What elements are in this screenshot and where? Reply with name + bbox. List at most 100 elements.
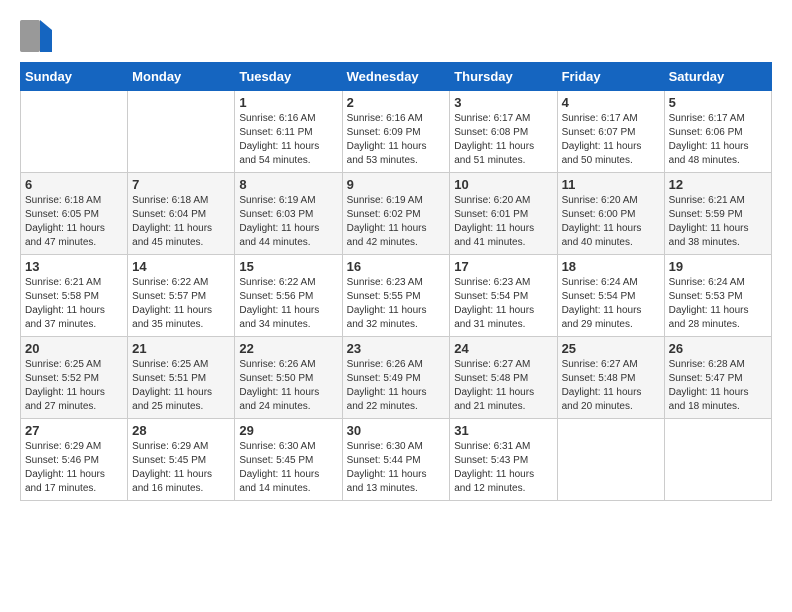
day-info: Sunrise: 6:26 AM Sunset: 5:50 PM Dayligh…: [239, 358, 337, 414]
calendar-cell: 15 Sunrise: 6:22 AM Sunset: 5:56 PM Dayli…: [235, 255, 342, 337]
day-number: 1: [239, 95, 337, 110]
calendar-cell: 11 Sunrise: 6:20 AM Sunset: 6:00 PM Dayli…: [557, 173, 664, 255]
day-number: 11: [562, 177, 660, 192]
day-number: 27: [25, 423, 123, 438]
day-info: Sunrise: 6:29 AM Sunset: 5:45 PM Dayligh…: [132, 440, 230, 496]
calendar-week-row: 20 Sunrise: 6:25 AM Sunset: 5:52 PM Dayli…: [21, 337, 772, 419]
day-number: 20: [25, 341, 123, 356]
calendar-week-row: 13 Sunrise: 6:21 AM Sunset: 5:58 PM Dayli…: [21, 255, 772, 337]
calendar-cell: 17 Sunrise: 6:23 AM Sunset: 5:54 PM Dayli…: [450, 255, 557, 337]
day-info: Sunrise: 6:26 AM Sunset: 5:49 PM Dayligh…: [347, 358, 446, 414]
day-number: 17: [454, 259, 552, 274]
day-number: 22: [239, 341, 337, 356]
day-number: 25: [562, 341, 660, 356]
calendar-cell: 6 Sunrise: 6:18 AM Sunset: 6:05 PM Daylig…: [21, 173, 128, 255]
day-number: 21: [132, 341, 230, 356]
day-number: 23: [347, 341, 446, 356]
day-info: Sunrise: 6:16 AM Sunset: 6:11 PM Dayligh…: [239, 112, 337, 168]
calendar-cell: 19Sunrise: 6:24 AM Sunset: 5:53 PM Dayli…: [664, 255, 771, 337]
day-number: 28: [132, 423, 230, 438]
calendar-cell: 12 Sunrise: 6:21 AM Sunset: 5:59 PM Dayli…: [664, 173, 771, 255]
calendar-week-row: 6 Sunrise: 6:18 AM Sunset: 6:05 PM Daylig…: [21, 173, 772, 255]
calendar-cell: [664, 419, 771, 501]
day-info: Sunrise: 6:19 AM Sunset: 6:03 PM Dayligh…: [239, 194, 337, 250]
day-number: 6: [25, 177, 123, 192]
calendar-cell: 5 Sunrise: 6:17 AM Sunset: 6:06 PM Daylig…: [664, 91, 771, 173]
calendar-day-header: Tuesday: [235, 63, 342, 91]
day-number: 14: [132, 259, 230, 274]
day-number: 10: [454, 177, 552, 192]
calendar-cell: 8 Sunrise: 6:19 AM Sunset: 6:03 PM Daylig…: [235, 173, 342, 255]
calendar-cell: 25Sunrise: 6:27 AM Sunset: 5:48 PM Dayli…: [557, 337, 664, 419]
day-info: Sunrise: 6:17 AM Sunset: 6:06 PM Dayligh…: [669, 112, 767, 168]
day-number: 31: [454, 423, 552, 438]
calendar-cell: 3 Sunrise: 6:17 AM Sunset: 6:08 PM Daylig…: [450, 91, 557, 173]
day-info: Sunrise: 6:31 AM Sunset: 5:43 PM Dayligh…: [454, 440, 552, 496]
day-info: Sunrise: 6:25 AM Sunset: 5:52 PM Dayligh…: [25, 358, 123, 414]
calendar-cell: 4 Sunrise: 6:17 AM Sunset: 6:07 PM Daylig…: [557, 91, 664, 173]
calendar-cell: 18 Sunrise: 6:24 AM Sunset: 5:54 PM Dayli…: [557, 255, 664, 337]
calendar-day-header: Friday: [557, 63, 664, 91]
day-info: Sunrise: 6:23 AM Sunset: 5:55 PM Dayligh…: [347, 276, 446, 332]
day-number: 2: [347, 95, 446, 110]
calendar-day-header: Wednesday: [342, 63, 450, 91]
day-number: 7: [132, 177, 230, 192]
day-number: 26: [669, 341, 767, 356]
day-info: Sunrise: 6:20 AM Sunset: 6:00 PM Dayligh…: [562, 194, 660, 250]
calendar-cell: 1 Sunrise: 6:16 AM Sunset: 6:11 PM Daylig…: [235, 91, 342, 173]
day-info: Sunrise: 6:18 AM Sunset: 6:05 PM Dayligh…: [25, 194, 123, 250]
calendar-cell: 29 Sunrise: 6:30 AM Sunset: 5:45 PM Dayli…: [235, 419, 342, 501]
day-info: Sunrise: 6:29 AM Sunset: 5:46 PM Dayligh…: [25, 440, 123, 496]
day-info: Sunrise: 6:22 AM Sunset: 5:56 PM Dayligh…: [239, 276, 337, 332]
day-info: Sunrise: 6:23 AM Sunset: 5:54 PM Dayligh…: [454, 276, 552, 332]
day-number: 3: [454, 95, 552, 110]
day-info: Sunrise: 6:20 AM Sunset: 6:01 PM Dayligh…: [454, 194, 552, 250]
calendar-cell: 23 Sunrise: 6:26 AM Sunset: 5:49 PM Dayli…: [342, 337, 450, 419]
day-info: Sunrise: 6:17 AM Sunset: 6:07 PM Dayligh…: [562, 112, 660, 168]
calendar-day-header: Thursday: [450, 63, 557, 91]
logo-icon: [20, 20, 52, 52]
day-info: Sunrise: 6:27 AM Sunset: 5:48 PM Dayligh…: [454, 358, 552, 414]
day-number: 12: [669, 177, 767, 192]
day-info: Sunrise: 6:21 AM Sunset: 5:59 PM Dayligh…: [669, 194, 767, 250]
calendar-cell: 31 Sunrise: 6:31 AM Sunset: 5:43 PM Dayli…: [450, 419, 557, 501]
calendar-cell: [21, 91, 128, 173]
calendar-week-row: 1 Sunrise: 6:16 AM Sunset: 6:11 PM Daylig…: [21, 91, 772, 173]
day-number: 8: [239, 177, 337, 192]
day-info: Sunrise: 6:28 AM Sunset: 5:47 PM Dayligh…: [669, 358, 767, 414]
calendar-cell: 9Sunrise: 6:19 AM Sunset: 6:02 PM Daylig…: [342, 173, 450, 255]
day-info: Sunrise: 6:17 AM Sunset: 6:08 PM Dayligh…: [454, 112, 552, 168]
day-number: 16: [347, 259, 446, 274]
day-info: Sunrise: 6:19 AM Sunset: 6:02 PM Dayligh…: [347, 194, 446, 250]
day-info: Sunrise: 6:24 AM Sunset: 5:54 PM Dayligh…: [562, 276, 660, 332]
day-info: Sunrise: 6:16 AM Sunset: 6:09 PM Dayligh…: [347, 112, 446, 168]
day-info: Sunrise: 6:30 AM Sunset: 5:44 PM Dayligh…: [347, 440, 446, 496]
calendar-cell: 10 Sunrise: 6:20 AM Sunset: 6:01 PM Dayli…: [450, 173, 557, 255]
calendar-cell: 13 Sunrise: 6:21 AM Sunset: 5:58 PM Dayli…: [21, 255, 128, 337]
calendar-cell: [128, 91, 235, 173]
calendar-cell: 14Sunrise: 6:22 AM Sunset: 5:57 PM Dayli…: [128, 255, 235, 337]
day-info: Sunrise: 6:25 AM Sunset: 5:51 PM Dayligh…: [132, 358, 230, 414]
logo: [20, 20, 56, 52]
calendar-cell: 28 Sunrise: 6:29 AM Sunset: 5:45 PM Dayli…: [128, 419, 235, 501]
page-header: [20, 20, 772, 52]
day-number: 30: [347, 423, 446, 438]
day-info: Sunrise: 6:18 AM Sunset: 6:04 PM Dayligh…: [132, 194, 230, 250]
day-number: 15: [239, 259, 337, 274]
day-number: 24: [454, 341, 552, 356]
day-number: 4: [562, 95, 660, 110]
calendar-cell: 26 Sunrise: 6:28 AM Sunset: 5:47 PM Dayli…: [664, 337, 771, 419]
calendar-cell: 30 Sunrise: 6:30 AM Sunset: 5:44 PM Dayli…: [342, 419, 450, 501]
day-number: 29: [239, 423, 337, 438]
day-number: 18: [562, 259, 660, 274]
day-number: 5: [669, 95, 767, 110]
calendar-cell: 7 Sunrise: 6:18 AM Sunset: 6:04 PM Daylig…: [128, 173, 235, 255]
day-number: 13: [25, 259, 123, 274]
day-info: Sunrise: 6:30 AM Sunset: 5:45 PM Dayligh…: [239, 440, 337, 496]
day-number: 19: [669, 259, 767, 274]
calendar-cell: 22 Sunrise: 6:26 AM Sunset: 5:50 PM Dayli…: [235, 337, 342, 419]
calendar-cell: [557, 419, 664, 501]
day-info: Sunrise: 6:21 AM Sunset: 5:58 PM Dayligh…: [25, 276, 123, 332]
calendar-week-row: 27 Sunrise: 6:29 AM Sunset: 5:46 PM Dayli…: [21, 419, 772, 501]
calendar-cell: 20 Sunrise: 6:25 AM Sunset: 5:52 PM Dayli…: [21, 337, 128, 419]
